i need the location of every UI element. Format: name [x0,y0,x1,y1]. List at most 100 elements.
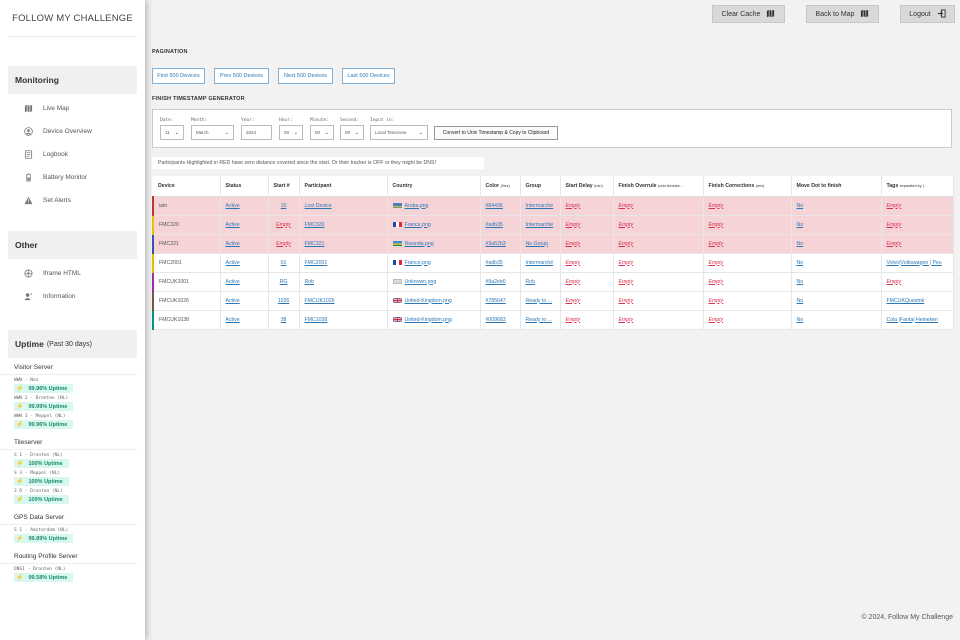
sidebar-item-battery-monitor[interactable]: Battery Monitor [0,166,145,189]
cell-country[interactable]: Aruba.png [387,196,481,216]
cell-participant[interactable]: FMCUK1026 [299,291,388,311]
cell-move-dot[interactable]: No [791,272,882,292]
cell-status[interactable]: Active [220,196,269,216]
sidebar-item-iframe-html[interactable]: Iframe HTML [0,262,145,285]
col-color[interactable]: Color (Hex) [480,176,521,197]
cell-group[interactable]: Intermarché [520,253,561,273]
cell-color[interactable]: #9a2eb0 [480,272,521,292]
cell-color[interactable]: #785647 [480,291,521,311]
col-finish-corrections[interactable]: Finish Corrections (min) [703,176,792,197]
date-select[interactable]: 11 ⌄ [160,125,184,140]
table-row[interactable]: FMC320 Active Empty FMC320 France.png #adb35 I… [152,215,954,235]
cell-color[interactable]: #84436 [480,196,521,216]
cell-start[interactable]: Empty [268,234,300,254]
cell-color[interactable]: #009683 [480,310,521,330]
table-row[interactable]: FMCUK1001 Active RG Rob Unknown.png #9a2eb0 Ro… [152,272,954,292]
brand-title[interactable]: FOLLOW MY CHALLENGE [0,0,145,36]
last-500-button[interactable]: Last 500 Devices [342,68,395,84]
cell-move-dot[interactable]: No [791,253,882,273]
cell-status[interactable]: Active [220,234,269,254]
cell-finish-corrections[interactable]: Empty [703,272,792,292]
minute-select[interactable]: 00 ⌄ [310,125,334,140]
cell-finish-overrule[interactable]: Empty [613,310,704,330]
cell-country[interactable]: Unknown.png [387,272,481,292]
cell-group[interactable]: Rob [520,272,561,292]
cell-participant[interactable]: Rob [299,272,388,292]
cell-start[interactable]: 38 [268,310,300,330]
cell-participant[interactable]: FMC1038 [299,310,388,330]
month-select[interactable]: March ⌄ [191,125,234,140]
cell-tags[interactable]: Empty [881,196,954,216]
cell-status[interactable]: Active [220,253,269,273]
cell-tags[interactable]: FMCUKQuestnk [881,291,954,311]
cell-start-delay[interactable]: Empty [560,196,614,216]
cell-tags[interactable]: Empty [881,215,954,235]
cell-start-delay[interactable]: Empty [560,215,614,235]
cell-finish-corrections[interactable]: Empty [703,234,792,254]
cell-country[interactable]: United-Kingdom.png [387,310,481,330]
col-tags[interactable]: Tags separated by | [881,176,954,197]
sidebar-item-live-map[interactable]: Live Map [0,97,145,120]
cell-color[interactable]: #adb35 [480,215,521,235]
cell-move-dot[interactable]: No [791,291,882,311]
cell-group[interactable]: Intermarché [520,196,561,216]
cell-group[interactable]: Ready to ... [520,310,561,330]
cell-start-delay[interactable]: Empty [560,272,614,292]
cell-country[interactable]: United-Kingdom.png [387,291,481,311]
year-input[interactable]: 2024 [241,125,272,140]
cell-finish-overrule[interactable]: Empty [613,253,704,273]
cell-country[interactable]: France.png [387,253,481,273]
timezone-select[interactable]: Local Timezone ⌄ [370,125,428,140]
cell-status[interactable]: Active [220,215,269,235]
cell-finish-overrule[interactable]: Empty [613,272,704,292]
clear-cache-button[interactable]: Clear Cache [712,5,785,23]
cell-move-dot[interactable]: No [791,310,882,330]
cell-finish-overrule[interactable]: Empty [613,234,704,254]
cell-status[interactable]: Active [220,272,269,292]
cell-color[interactable]: #adb35 [480,253,521,273]
next-500-button[interactable]: Next 500 Devices [278,68,333,84]
cell-move-dot[interactable]: No [791,196,882,216]
cell-finish-overrule[interactable]: Empty [613,291,704,311]
hour-select[interactable]: 00 ⌄ [279,125,303,140]
cell-participant[interactable]: Lost Device [299,196,388,216]
cell-start[interactable]: Empty [268,215,300,235]
col-group[interactable]: Group [520,176,561,197]
table-row[interactable]: FMC321 Active Empty FMC321 Rwanda.png #3a52b3… [152,234,954,254]
cell-start-delay[interactable]: Empty [560,253,614,273]
col-start-delay[interactable]: Start Delay (min) [560,176,614,197]
cell-color[interactable]: #3a52b3 [480,234,521,254]
cell-move-dot[interactable]: No [791,215,882,235]
col-finish-overrule[interactable]: Finish Overrule (unix timesta... [613,176,704,197]
col-device[interactable]: Device [153,176,221,197]
cell-finish-overrule[interactable]: Empty [613,196,704,216]
col-country[interactable]: Country [387,176,481,197]
first-500-button[interactable]: First 500 Devices [152,68,205,84]
logout-button[interactable]: Logout [900,5,955,23]
table-row[interactable]: FMCUK1026 Active 1026 FMCUK1026 United-Kingd… [152,291,954,311]
table-row[interactable]: iain Active 15 Lost Device Aruba.png #84436 In… [152,196,954,216]
table-row[interactable]: FMC2001 Active 01 FMC2001 France.png #adb35 In… [152,253,954,273]
cell-finish-overrule[interactable]: Empty [613,215,704,235]
cell-participant[interactable]: FMC321 [299,234,388,254]
sidebar-item-device-overview[interactable]: Device Overview [0,120,145,143]
col-participant[interactable]: Participant [299,176,388,197]
cell-start-delay[interactable]: Empty [560,310,614,330]
table-row[interactable]: FMCUK1038 Active 38 FMC1038 United-Kingdom.p… [152,310,954,330]
cell-start[interactable]: 15 [268,196,300,216]
cell-finish-corrections[interactable]: Empty [703,291,792,311]
cell-status[interactable]: Active [220,310,269,330]
cell-start[interactable]: RG [268,272,300,292]
second-select[interactable]: 00 ⌄ [340,125,364,140]
back-to-map-button[interactable]: Back to Map [806,5,879,23]
sidebar-item-logbook[interactable]: Logbook [0,143,145,166]
cell-group[interactable]: Intermarché [520,215,561,235]
cell-participant[interactable]: FMC320 [299,215,388,235]
cell-status[interactable]: Active [220,291,269,311]
cell-start[interactable]: 1026 [268,291,300,311]
cell-finish-corrections[interactable]: Empty [703,196,792,216]
cell-start-delay[interactable]: Empty [560,234,614,254]
sidebar-item-set-alerts[interactable]: Set Alerts [0,189,145,212]
cell-participant[interactable]: FMC2001 [299,253,388,273]
sidebar-item-information[interactable]: Information [0,285,145,308]
